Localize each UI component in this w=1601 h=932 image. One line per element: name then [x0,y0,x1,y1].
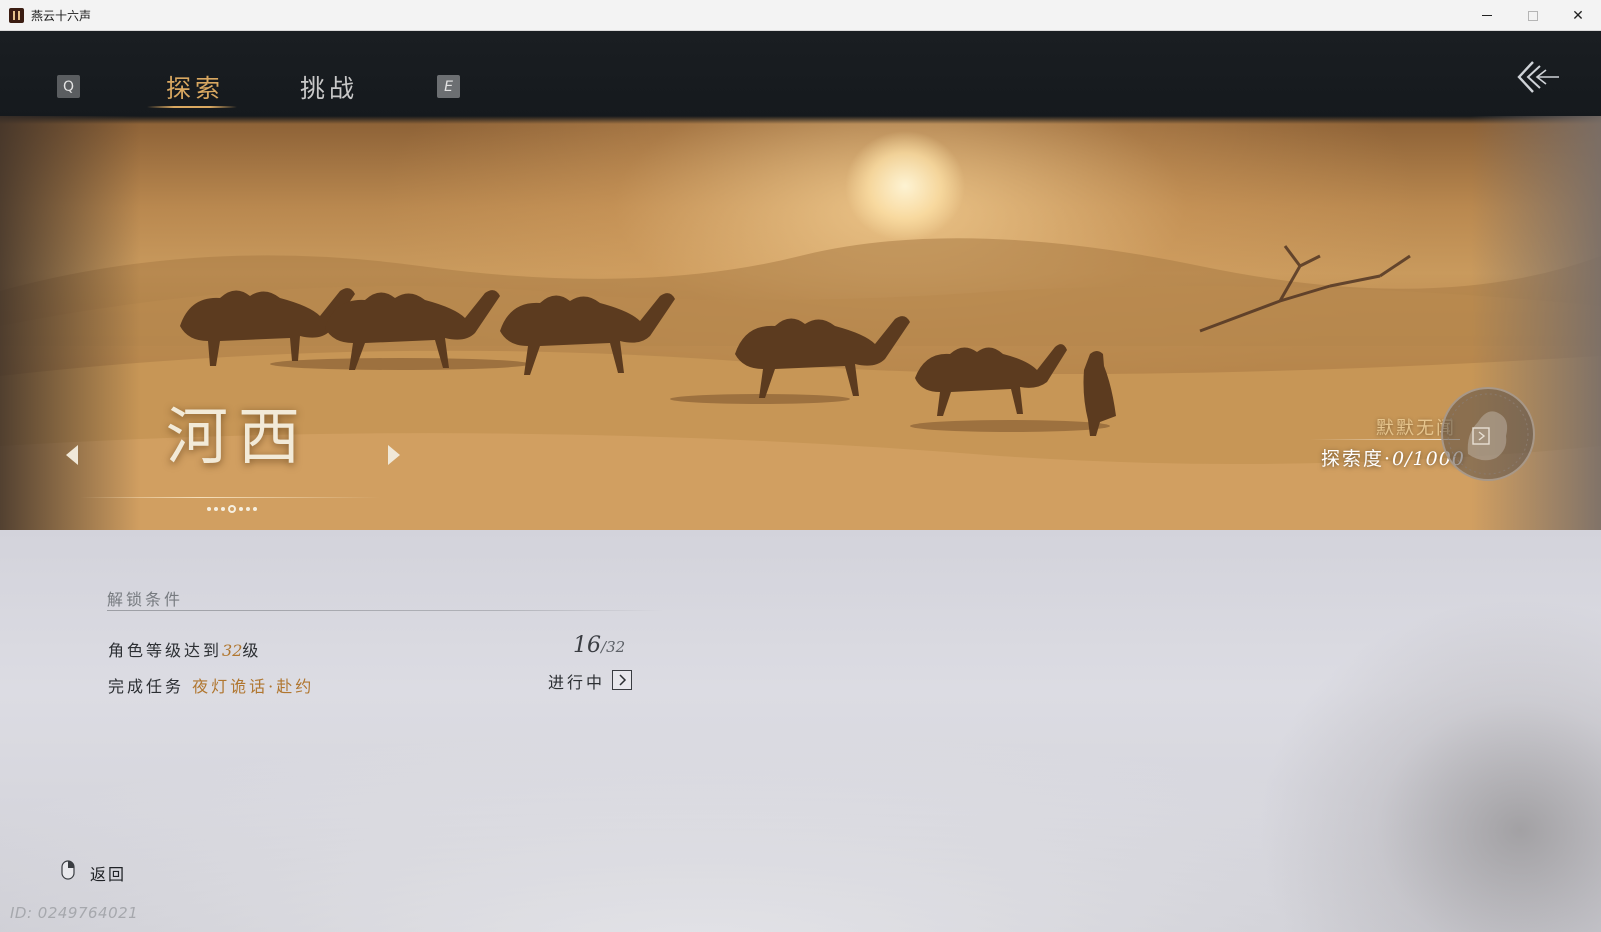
page-dot [207,507,211,511]
unlock-condition-quest: 完成任务 夜灯诡话·赴约 [108,673,314,697]
window-titlebar: 燕云十六声 ✕ [0,0,1601,31]
region-next-arrow-icon[interactable] [386,444,402,466]
maximize-icon [1528,10,1538,21]
app-icon [9,8,24,23]
region-page-indicator [207,505,257,513]
tab-challenge[interactable]: 挑战 [300,69,358,105]
minimize-button[interactable] [1464,0,1510,31]
mouse-right-click-icon [61,860,75,880]
page-dot-active [228,505,236,513]
goto-quest-button[interactable] [612,670,632,690]
quest-status: 进行中 [548,673,606,692]
required-level: 32 [222,641,243,660]
region-name: 河西 [166,400,311,473]
banner-top-edge [0,116,1601,124]
quest-name: 夜灯诡话·赴约 [192,677,315,696]
exploration-label: 探索度· [1321,448,1393,470]
chevron-right-icon [619,674,627,686]
active-tab-underline [147,106,237,108]
page-dot [246,507,250,511]
condition-text: 完成任务 [108,677,185,696]
region-underline [80,497,380,498]
player-uid: ID: 0249764021 [10,904,139,922]
page-dot [221,507,225,511]
unlock-conditions-title: 解锁条件 [107,590,184,609]
banner-left-fade [0,116,140,530]
key-hint-prev-tab[interactable]: Q [57,75,80,98]
unlock-divider [107,610,663,611]
maximize-button[interactable] [1510,0,1556,31]
back-button[interactable]: 返回 [90,861,126,885]
close-button[interactable]: ✕ [1555,0,1601,31]
level-progress: 16/32 [573,633,625,658]
current-level: 16 [573,633,601,658]
region-banner: 河西 默默无闻 探索度·0/1000 [0,116,1601,530]
tab-explore[interactable]: 探索 [166,69,224,105]
game-viewport: Q 探索 挑战 E 河西 默默无闻 探索度·0/1000 [0,31,1601,932]
top-navigation-bar: Q 探索 挑战 E [0,31,1601,119]
page-dot [253,507,257,511]
triple-chevron-left-icon[interactable] [1513,58,1561,96]
region-map-badge-icon[interactable] [1438,384,1538,484]
window-title: 燕云十六声 [31,9,92,23]
unlock-condition-level: 角色等级达到32级 [108,637,261,661]
unlock-panel-background [0,530,1601,932]
page-dot [214,507,218,511]
page-dot [239,507,243,511]
condition-text: 角色等级达到 [108,641,223,660]
key-hint-next-tab[interactable]: E [437,75,460,98]
minimize-icon [1482,15,1492,16]
required-level-total: 32 [606,638,626,656]
condition-text-suffix: 级 [242,641,262,660]
region-prev-arrow-icon[interactable] [64,444,80,466]
